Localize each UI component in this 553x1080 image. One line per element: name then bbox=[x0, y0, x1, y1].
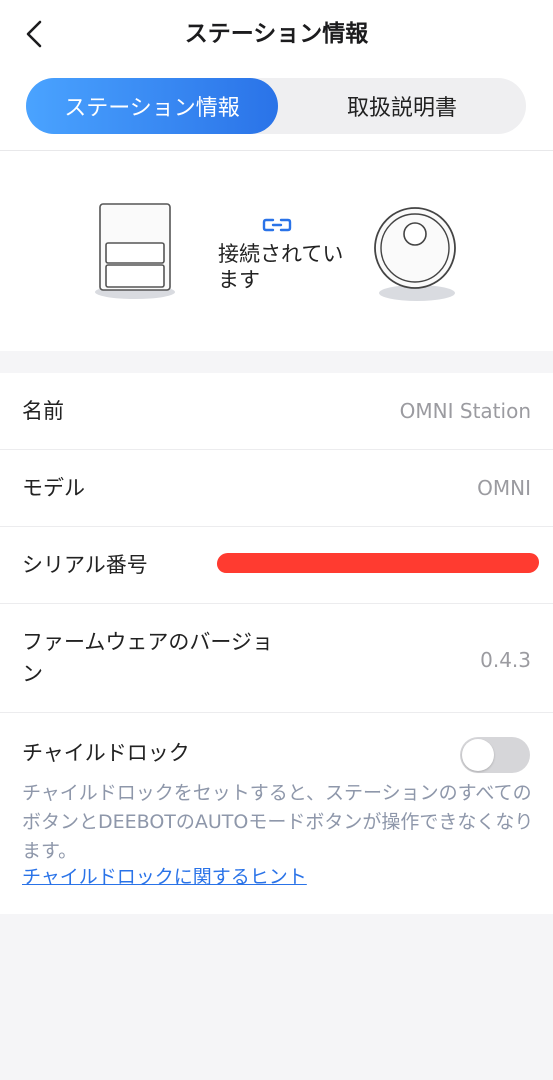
toggle-knob bbox=[462, 739, 494, 771]
child-lock-description: チャイルドロックをセットすると、ステーションのすべてのボタンとDEEBOTのAU… bbox=[22, 782, 534, 862]
connection-panel: 接続されています bbox=[0, 151, 553, 351]
robot-vacuum-icon bbox=[374, 207, 456, 301]
firmware-value: 0.4.3 bbox=[480, 648, 531, 672]
tab-manual[interactable]: 取扱説明書 bbox=[278, 78, 526, 134]
name-value: OMNI Station bbox=[399, 399, 531, 423]
child-lock-hint-link[interactable]: チャイルドロックに関するヒント bbox=[22, 863, 307, 892]
name-label: 名前 bbox=[22, 399, 64, 423]
model-row: モデル OMNI bbox=[0, 450, 553, 527]
name-row: 名前 OMNI Station bbox=[0, 373, 553, 450]
segmented-control: ステーション情報 取扱説明書 bbox=[26, 78, 526, 134]
firmware-label: ファームウェアのバージョン bbox=[22, 630, 273, 686]
tab-station-info[interactable]: ステーション情報 bbox=[26, 78, 278, 134]
serial-row: シリアル番号 bbox=[0, 527, 553, 604]
serial-label: シリアル番号 bbox=[22, 553, 148, 577]
child-lock-toggle[interactable] bbox=[460, 737, 530, 773]
header: ステーション情報 ステーション情報 取扱説明書 bbox=[0, 0, 553, 150]
model-label: モデル bbox=[22, 476, 85, 500]
serial-redaction bbox=[216, 553, 540, 573]
firmware-row: ファームウェアのバージョン 0.4.3 bbox=[0, 604, 553, 713]
child-lock-label: チャイルドロック bbox=[22, 741, 190, 765]
station-icon bbox=[95, 203, 175, 299]
connection-status: 接続されています bbox=[218, 242, 344, 292]
station-info-list: 名前 OMNI Station モデル OMNI シリアル番号 ファームウェアの… bbox=[0, 373, 553, 914]
model-value: OMNI bbox=[477, 476, 531, 500]
page-title: ステーション情報 bbox=[184, 21, 369, 47]
child-lock-row: チャイルドロック チャイルドロックをセットすると、ステーションのすべてのボタンと… bbox=[0, 713, 553, 913]
link-icon bbox=[262, 218, 292, 232]
